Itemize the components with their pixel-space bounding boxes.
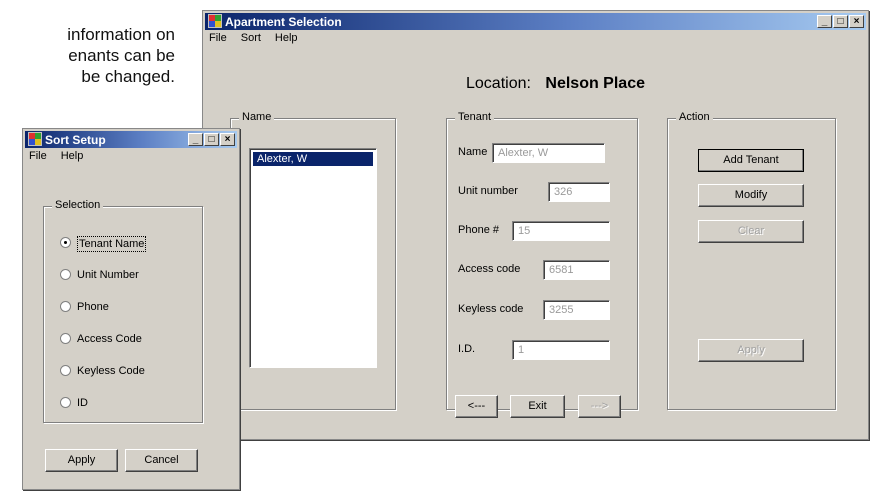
close-button[interactable]: ×	[220, 133, 235, 146]
radio-button-icon[interactable]	[60, 269, 71, 280]
background-text-line: be changed.	[81, 67, 175, 86]
keyless-code-field[interactable]: 3255	[543, 300, 610, 320]
name-group-label: Name	[239, 111, 275, 123]
phone-label: Phone #	[458, 224, 499, 236]
action-group-label: Action	[676, 111, 713, 123]
name-field[interactable]: Alexter, W	[492, 143, 605, 163]
radio-access-code[interactable]: Access Code	[60, 332, 190, 348]
radio-phone[interactable]: Phone	[60, 300, 190, 316]
menu-help[interactable]: Help	[61, 150, 84, 166]
radio-button-icon[interactable]	[60, 365, 71, 376]
app-icon	[208, 14, 222, 28]
id-label: I.D.	[458, 343, 476, 355]
selection-group-label: Selection	[52, 199, 104, 211]
unit-number-label: Unit number	[458, 185, 518, 197]
sort-cancel-button[interactable]: Cancel	[125, 449, 198, 472]
selection-group: Selection Tenant Name Unit Number Phone …	[43, 199, 203, 423]
background-text: information on enants can be be changed.	[0, 24, 175, 87]
tenant-group: Tenant Name Alexter, W Unit number 326 P…	[446, 111, 638, 410]
add-tenant-button[interactable]: Add Tenant	[698, 149, 804, 172]
radio-label: Access Code	[77, 333, 142, 345]
action-group: Action Add Tenant Modify Clear Apply	[667, 111, 836, 410]
list-item[interactable]: Alexter, W	[253, 152, 373, 166]
menu-file[interactable]: File	[29, 150, 47, 166]
sort-menu-bar: File Help	[27, 150, 83, 166]
radio-label: Keyless Code	[77, 365, 145, 377]
menu-sort[interactable]: Sort	[241, 32, 261, 48]
menu-file[interactable]: File	[209, 32, 227, 48]
previous-button[interactable]: <---	[455, 395, 498, 418]
radio-button-icon[interactable]	[60, 237, 71, 248]
access-code-field[interactable]: 6581	[543, 260, 610, 280]
phone-field[interactable]: 15	[512, 221, 610, 241]
radio-keyless-code[interactable]: Keyless Code	[60, 364, 190, 380]
app-icon	[28, 132, 42, 146]
radio-label: Tenant Name	[77, 236, 147, 252]
exit-button[interactable]: Exit	[510, 395, 565, 418]
radio-label: Phone	[77, 301, 109, 313]
location-label: Location:	[466, 75, 531, 92]
sort-window-title: Sort Setup	[45, 133, 106, 147]
background-text-line: enants can be	[68, 46, 175, 65]
sort-apply-button[interactable]: Apply	[45, 449, 118, 472]
location-heading: Location: Nelson Place	[203, 75, 868, 93]
sort-setup-window: Sort Setup _ □ × File Help Selection Ten…	[22, 128, 240, 490]
keyless-code-label: Keyless code	[458, 303, 524, 315]
minimize-button[interactable]: _	[188, 133, 203, 146]
main-menu-bar: File Sort Help	[207, 32, 298, 48]
radio-id[interactable]: ID	[60, 396, 190, 412]
name-label: Name	[458, 146, 488, 158]
main-title-bar[interactable]: Apartment Selection _ □ ×	[205, 13, 866, 30]
location-value: Nelson Place	[545, 75, 645, 92]
tenant-group-label: Tenant	[455, 111, 495, 123]
tenant-name-list[interactable]: Alexter, W	[249, 148, 377, 368]
main-window-title: Apartment Selection	[225, 15, 342, 29]
access-code-label: Access code	[458, 263, 521, 275]
clear-button[interactable]: Clear	[698, 220, 804, 243]
radio-button-icon[interactable]	[60, 397, 71, 408]
close-button[interactable]: ×	[849, 15, 864, 28]
background-text-line: information on	[67, 25, 175, 44]
radio-button-icon[interactable]	[60, 333, 71, 344]
next-button[interactable]: --->	[578, 395, 621, 418]
radio-label: Unit Number	[77, 269, 139, 281]
menu-help[interactable]: Help	[275, 32, 298, 48]
apply-button[interactable]: Apply	[698, 339, 804, 362]
apartment-selection-window: Apartment Selection _ □ × File Sort Help…	[202, 10, 869, 440]
maximize-button[interactable]: □	[833, 15, 848, 28]
radio-button-icon[interactable]	[60, 301, 71, 312]
radio-unit-number[interactable]: Unit Number	[60, 268, 190, 284]
sort-title-bar[interactable]: Sort Setup _ □ ×	[25, 131, 237, 148]
radio-label: ID	[77, 397, 88, 409]
unit-number-field[interactable]: 326	[548, 182, 610, 202]
modify-button[interactable]: Modify	[698, 184, 804, 207]
id-field[interactable]: 1	[512, 340, 610, 360]
radio-tenant-name[interactable]: Tenant Name	[60, 236, 190, 252]
maximize-button[interactable]: □	[204, 133, 219, 146]
minimize-button[interactable]: _	[817, 15, 832, 28]
name-group: Name Alexter, W	[230, 111, 396, 410]
